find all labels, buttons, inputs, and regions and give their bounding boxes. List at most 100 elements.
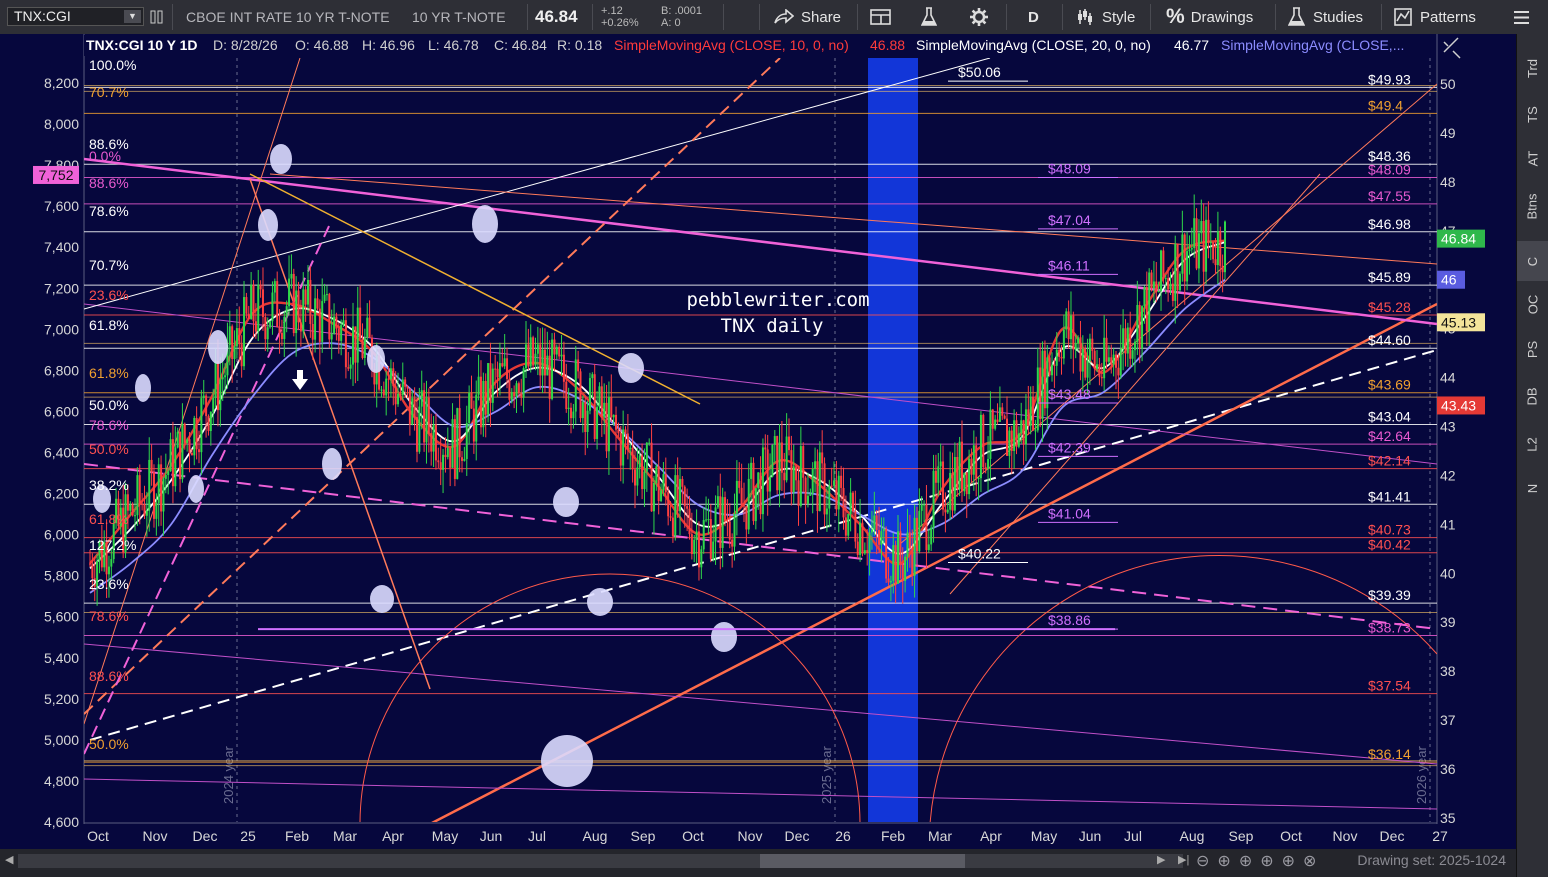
watermark-site: pebblewriter.com xyxy=(686,289,869,311)
candle-body xyxy=(624,429,627,434)
candle-body xyxy=(875,515,878,531)
fib-label: 70.7% xyxy=(89,257,129,273)
bottom-bar: ◀ ▶ ▶| ⊖⊕⊕⊕⊕⊗ Drawing set: 2025-1024 xyxy=(0,849,1516,877)
candle-body xyxy=(638,455,641,468)
level-label: $43.04 xyxy=(1368,409,1411,425)
candle-body xyxy=(510,392,513,400)
candle-body xyxy=(299,322,302,332)
sidebar-tab-ts[interactable]: TS xyxy=(1517,94,1548,134)
candle-body xyxy=(584,402,587,433)
candle-body xyxy=(134,515,137,517)
candle-body xyxy=(643,471,646,490)
candle-body xyxy=(283,316,286,340)
candle-body xyxy=(1214,259,1217,266)
candle-body xyxy=(205,395,208,417)
period-selector[interactable]: D xyxy=(1028,0,1039,34)
sidebar-tab-ps[interactable]: PS xyxy=(1517,329,1548,369)
drawings-menu[interactable]: % Drawings xyxy=(1166,0,1253,34)
left-axis-tick: 6,800 xyxy=(44,362,79,378)
candle-body xyxy=(612,414,615,418)
candle-body xyxy=(216,361,219,411)
candle-body xyxy=(406,386,409,389)
candle-body xyxy=(662,474,665,491)
candle-body xyxy=(1110,357,1113,365)
symbol-input[interactable]: TNX:CGI ▼ xyxy=(7,7,144,26)
sidebar-tab-c[interactable]: C xyxy=(1517,241,1548,281)
candle-body xyxy=(660,490,663,502)
candle-body xyxy=(1081,348,1084,372)
sidebar-tab-trd[interactable]: Trd xyxy=(1517,48,1548,88)
style-menu[interactable]: Style xyxy=(1076,0,1135,34)
symbol-link-icon[interactable] xyxy=(150,0,164,34)
candle-body xyxy=(1074,343,1077,350)
candle-body xyxy=(126,494,129,511)
price-tag: 46 xyxy=(1441,272,1457,288)
fib-label: 127.2% xyxy=(89,537,136,553)
candle-body xyxy=(437,460,440,463)
candle-body xyxy=(814,461,817,469)
sidebar-tab-oc[interactable]: OC xyxy=(1517,284,1548,324)
candle-body xyxy=(1024,409,1027,445)
candle-body xyxy=(785,436,788,481)
beaker-icon[interactable] xyxy=(921,0,937,34)
mid-level-label: $40.22 xyxy=(958,546,1001,562)
candle-body xyxy=(399,393,402,396)
scrollbar-thumb[interactable] xyxy=(760,854,965,868)
candle-body xyxy=(427,397,430,434)
candle-body xyxy=(1043,350,1046,409)
candle-body xyxy=(918,510,921,552)
fib-label: 88.6% xyxy=(89,175,129,191)
candle-body xyxy=(487,363,490,415)
candle-body xyxy=(195,417,198,450)
candle-body xyxy=(835,480,838,510)
candle-body xyxy=(359,307,362,339)
level-label: $42.64 xyxy=(1368,428,1411,444)
sidebar-tab-n[interactable]: N xyxy=(1517,468,1548,508)
candle-body xyxy=(1034,430,1037,432)
left-axis-tick: 4,600 xyxy=(44,814,79,830)
candle-body xyxy=(788,436,791,451)
sidebar-tab-db[interactable]: DB xyxy=(1517,376,1548,416)
x-axis-label: Feb xyxy=(285,828,309,844)
studies-menu[interactable]: Studies xyxy=(1288,0,1363,34)
candle-body xyxy=(430,433,433,452)
share-button[interactable]: Share xyxy=(773,0,841,34)
candle-body xyxy=(752,462,755,522)
fib-label: 61.8% xyxy=(89,511,129,527)
left-axis-tick: 6,000 xyxy=(44,527,79,543)
sidebar-tab-btns[interactable]: Btns xyxy=(1517,186,1548,226)
level-label: $45.28 xyxy=(1368,299,1411,315)
candle-body xyxy=(1216,231,1219,266)
candle-body xyxy=(825,508,828,515)
left-axis-tick: 5,000 xyxy=(44,732,79,748)
gear-icon[interactable] xyxy=(969,0,989,34)
candle-body xyxy=(953,456,956,511)
candle-body xyxy=(970,458,973,475)
sidebar-tab-at[interactable]: AT xyxy=(1517,138,1548,178)
price-chart[interactable]: 2024 year 2025 year 2026 year 8,2008,000… xyxy=(0,34,1516,849)
menu-icon[interactable] xyxy=(1513,0,1530,34)
candle-body xyxy=(1006,418,1009,456)
candle-body xyxy=(280,332,283,340)
candle-body xyxy=(420,390,423,407)
zoom-controls[interactable]: ⊖⊕⊕⊕⊕⊗ xyxy=(1196,851,1324,871)
sidebar-tab-l2[interactable]: L2 xyxy=(1517,424,1548,464)
candle-body xyxy=(904,556,907,581)
candle-body xyxy=(167,471,170,475)
flexible-grid-icon[interactable] xyxy=(870,0,892,34)
candle-body xyxy=(1190,248,1193,250)
scroll-left-icon[interactable]: ◀ xyxy=(5,853,13,866)
scroll-right-icon[interactable]: ▶ xyxy=(1157,853,1165,866)
symbol-dropdown-icon[interactable]: ▼ xyxy=(124,10,141,23)
candle-body xyxy=(1174,244,1177,301)
mid-level-label: $42.39 xyxy=(1048,439,1091,455)
candle-body xyxy=(145,510,148,516)
time-scrollbar[interactable] xyxy=(18,854,1183,868)
patterns-menu[interactable]: Patterns xyxy=(1394,0,1476,34)
candle-body xyxy=(1221,265,1224,273)
scroll-end-icon[interactable]: ▶| xyxy=(1178,853,1189,866)
candle-body xyxy=(683,486,686,507)
candle-body xyxy=(224,375,227,378)
candle-body xyxy=(716,496,719,508)
candle-body xyxy=(766,449,769,492)
